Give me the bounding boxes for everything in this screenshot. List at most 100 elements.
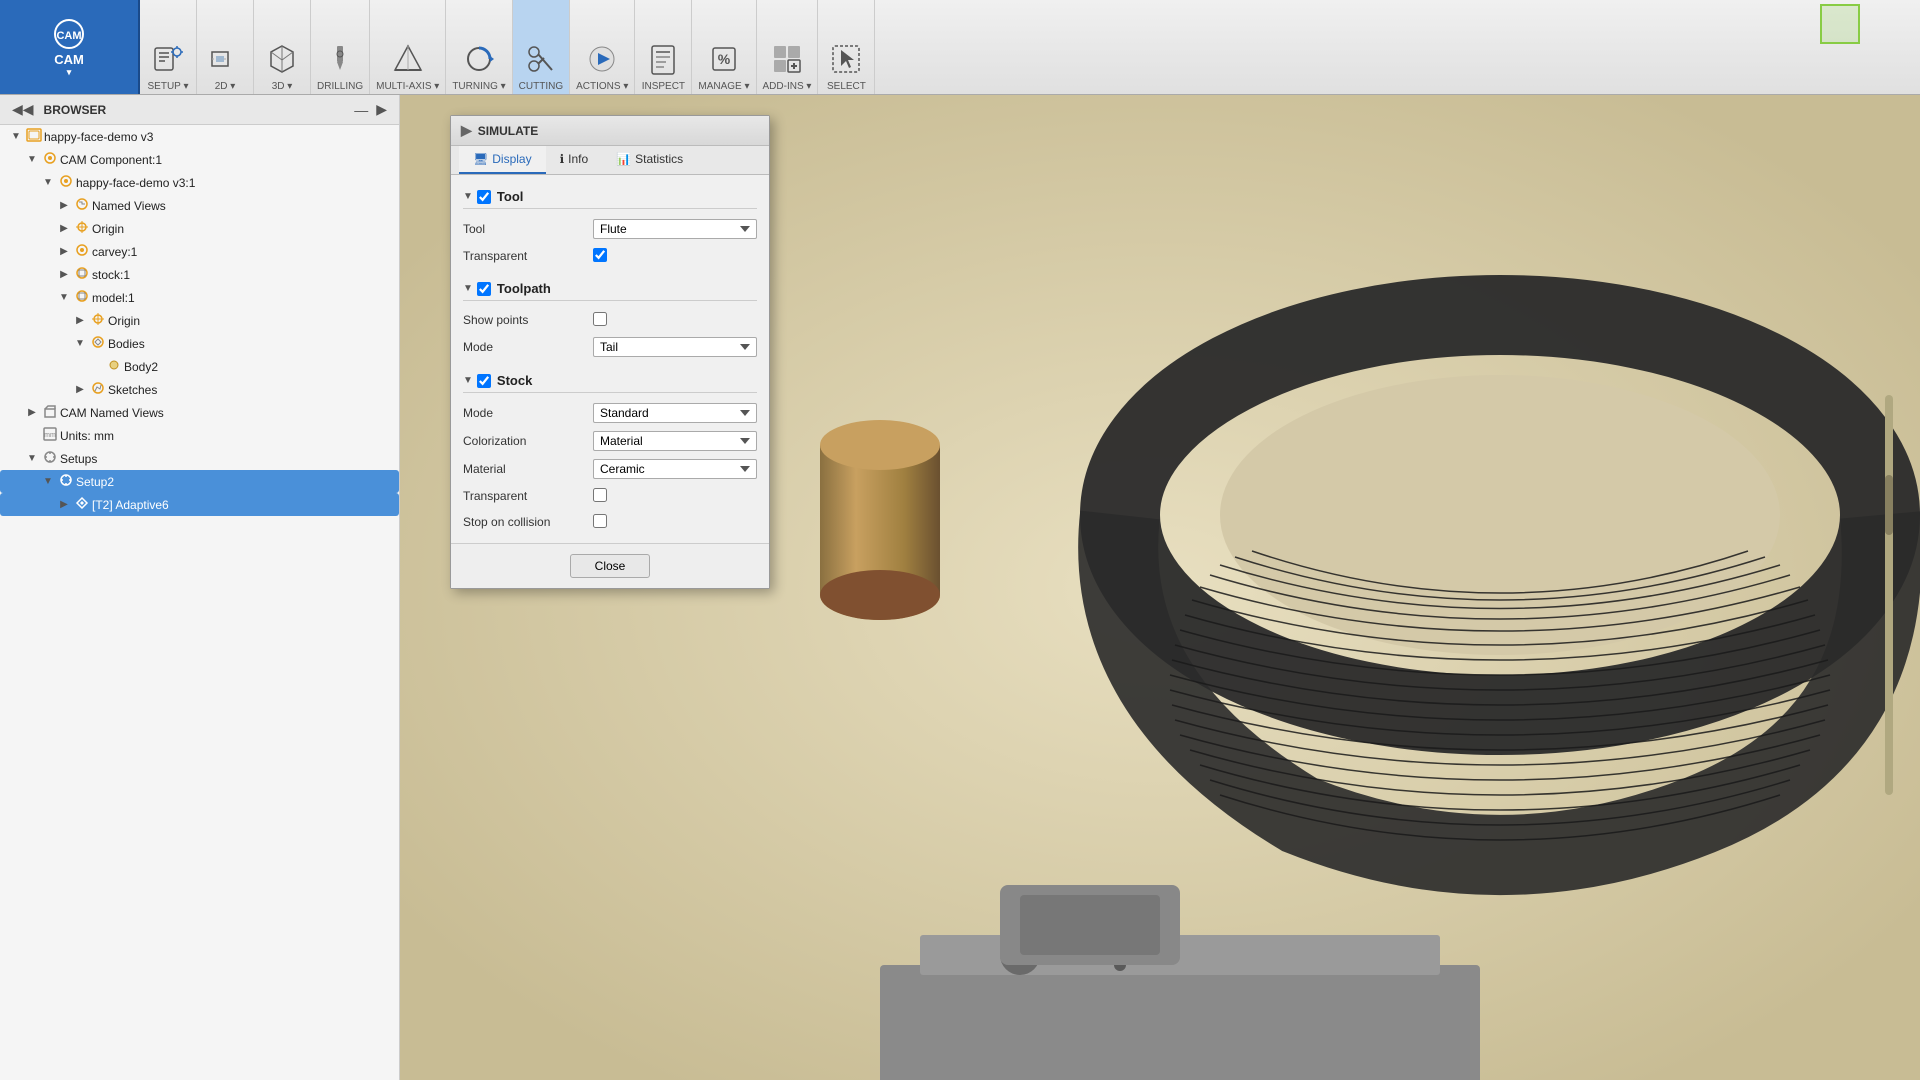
sidebar-back-button[interactable]: ◀◀ bbox=[8, 101, 38, 118]
drilling-button[interactable]: DRILLING bbox=[311, 0, 369, 94]
material-control: Ceramic Steel Aluminum bbox=[593, 459, 757, 479]
tree-item-hfd3[interactable]: ▼ happy-face-demo v3:1 bbox=[0, 171, 399, 194]
tree-label-model1: model:1 bbox=[92, 291, 399, 305]
tree-item-sketches[interactable]: ▶ Sketches bbox=[0, 378, 399, 401]
stop-collision-row: Stop on collision bbox=[463, 509, 757, 535]
tree-icon-body2 bbox=[104, 357, 124, 376]
inspect-button[interactable]: INSPECT bbox=[635, 0, 691, 94]
manage-label: MANAGE ▾ bbox=[698, 81, 749, 92]
cutting-icon bbox=[523, 41, 559, 77]
tree-label-setup2: Setup2 bbox=[76, 475, 399, 489]
sidebar-collapse-button[interactable]: — bbox=[350, 102, 372, 118]
cam-menu-button[interactable]: CAM CAM ▾ bbox=[0, 0, 140, 94]
tree-item-named-views[interactable]: ▶ Named Views bbox=[0, 194, 399, 217]
tree-arrow-hfd3: ▼ bbox=[40, 177, 56, 188]
select-button[interactable]: SELECT bbox=[818, 0, 874, 94]
tree-arrow-cam1: ▼ bbox=[24, 154, 40, 165]
tree-label-cam1: CAM Component:1 bbox=[60, 153, 399, 167]
simulate-dialog: ▶ SIMULATE 🖥 Display ℹ Info 📊 Statistics bbox=[450, 115, 770, 589]
tree-item-cam1[interactable]: ▼ CAM Component:1 bbox=[0, 148, 399, 171]
show-points-row: Show points bbox=[463, 307, 757, 333]
tool-section-checkbox[interactable] bbox=[477, 190, 491, 204]
stock-mode-row: Mode Standard Solid Transparent bbox=[463, 399, 757, 427]
tool-section-header[interactable]: ▼ Tool bbox=[463, 183, 757, 209]
toolpath-mode-select[interactable]: Tail Full None bbox=[593, 337, 757, 357]
material-select[interactable]: Ceramic Steel Aluminum bbox=[593, 459, 757, 479]
statistics-tab-icon: 📊 bbox=[616, 152, 631, 166]
tree-icon-root bbox=[24, 127, 44, 146]
drilling-icon bbox=[322, 41, 358, 77]
sidebar-header: ◀◀ BROWSER — ▶ bbox=[0, 95, 399, 125]
toolpath-section-checkbox[interactable] bbox=[477, 282, 491, 296]
cam-label: CAM bbox=[54, 52, 84, 67]
display-tab-label: Display bbox=[492, 152, 531, 166]
tool-transparent-checkbox[interactable] bbox=[593, 248, 607, 262]
material-label: Material bbox=[463, 462, 593, 476]
tree-item-units[interactable]: mm Units: mm bbox=[0, 424, 399, 447]
2d-icon bbox=[207, 41, 243, 77]
stop-collision-checkbox[interactable] bbox=[593, 514, 607, 528]
turning-button[interactable]: TURNING ▾ bbox=[446, 0, 511, 94]
2d-button[interactable]: 2D ▾ bbox=[197, 0, 253, 94]
tree-item-cam-named-views[interactable]: ▶ CAM Named Views bbox=[0, 401, 399, 424]
cutting-button[interactable]: CUTTING bbox=[513, 0, 569, 94]
tree-label-setups: Setups bbox=[60, 452, 399, 466]
tree-item-origin[interactable]: ▶ Origin bbox=[0, 217, 399, 240]
toolpath-mode-label: Mode bbox=[463, 340, 593, 354]
tree-icon-sketches bbox=[88, 380, 108, 399]
tree-arrow-model1: ▼ bbox=[56, 292, 72, 303]
tree-icon-cam1 bbox=[40, 150, 60, 169]
stock-section-label: Stock bbox=[497, 373, 532, 388]
tree-item-stock1[interactable]: ▶ stock:1 bbox=[0, 263, 399, 286]
colorization-control: Material Operation None bbox=[593, 431, 757, 451]
tree-arrow-root: ▼ bbox=[8, 131, 24, 142]
tree-item-origin2[interactable]: ▶ Origin bbox=[0, 309, 399, 332]
tree-arrow-named-views: ▶ bbox=[56, 200, 72, 211]
tree-arrow-adaptive6: ▶ bbox=[56, 499, 72, 510]
stock-section-header[interactable]: ▼ Stock bbox=[463, 367, 757, 393]
setup-button[interactable]: SETUP ▾ bbox=[140, 0, 196, 94]
toolpath-section-header[interactable]: ▼ Toolpath bbox=[463, 275, 757, 301]
drilling-group: DRILLING bbox=[311, 0, 370, 94]
tree-item-root[interactable]: ▼ happy-face-demo v3 bbox=[0, 125, 399, 148]
stock-transparent-label: Transparent bbox=[463, 489, 593, 503]
stock-section-checkbox[interactable] bbox=[477, 374, 491, 388]
tree-item-carvey1[interactable]: ▶ carvey:1 bbox=[0, 240, 399, 263]
sidebar-expand-button[interactable]: ▶ bbox=[372, 101, 391, 118]
tab-statistics[interactable]: 📊 Statistics bbox=[602, 146, 697, 174]
tree-item-setups[interactable]: ▼ Setups bbox=[0, 447, 399, 470]
add-ins-button[interactable]: ADD-INS ▾ bbox=[757, 0, 818, 94]
tree-label-bodies: Bodies bbox=[108, 337, 399, 351]
simulate-icon: ▶ bbox=[461, 122, 472, 139]
multi-axis-button[interactable]: MULTI-AXIS ▾ bbox=[370, 0, 445, 94]
select-label: SELECT bbox=[827, 81, 866, 92]
turning-label: TURNING ▾ bbox=[452, 81, 505, 92]
2d-label: 2D ▾ bbox=[215, 81, 236, 92]
tree-item-model1[interactable]: ▼ model:1 bbox=[0, 286, 399, 309]
stock-mode-select[interactable]: Standard Solid Transparent bbox=[593, 403, 757, 423]
stock-section-body: Mode Standard Solid Transparent Coloriza… bbox=[463, 399, 757, 535]
show-points-checkbox[interactable] bbox=[593, 312, 607, 326]
actions-button[interactable]: ACTIONS ▾ bbox=[570, 0, 634, 94]
tree-item-setup2[interactable]: ▼ Setup2 bbox=[0, 470, 399, 493]
tree-item-body2[interactable]: Body2 bbox=[0, 355, 399, 378]
3d-button[interactable]: 3D ▾ bbox=[254, 0, 310, 94]
tab-info[interactable]: ℹ Info bbox=[546, 146, 603, 174]
stock-transparent-checkbox[interactable] bbox=[593, 488, 607, 502]
turning-icon bbox=[461, 41, 497, 77]
close-button[interactable]: Close bbox=[570, 554, 651, 578]
tree-icon-adaptive6 bbox=[72, 495, 92, 514]
tool-type-select[interactable]: Flute Ball Bull Nose bbox=[593, 219, 757, 239]
multi-axis-group: MULTI-AXIS ▾ bbox=[370, 0, 446, 94]
multi-axis-icon bbox=[390, 41, 426, 77]
add-ins-label: ADD-INS ▾ bbox=[763, 81, 812, 92]
stop-collision-control bbox=[593, 514, 757, 531]
select-group: SELECT bbox=[818, 0, 875, 94]
manage-button[interactable]: % MANAGE ▾ bbox=[692, 0, 755, 94]
tree-label-cam-named-views: CAM Named Views bbox=[60, 406, 399, 420]
add-ins-icon bbox=[769, 41, 805, 77]
colorization-select[interactable]: Material Operation None bbox=[593, 431, 757, 451]
tree-item-adaptive6[interactable]: ▶ [T2] Adaptive6 bbox=[0, 493, 399, 516]
tab-display[interactable]: 🖥 Display bbox=[459, 146, 546, 174]
tree-item-bodies[interactable]: ▼ Bodies bbox=[0, 332, 399, 355]
